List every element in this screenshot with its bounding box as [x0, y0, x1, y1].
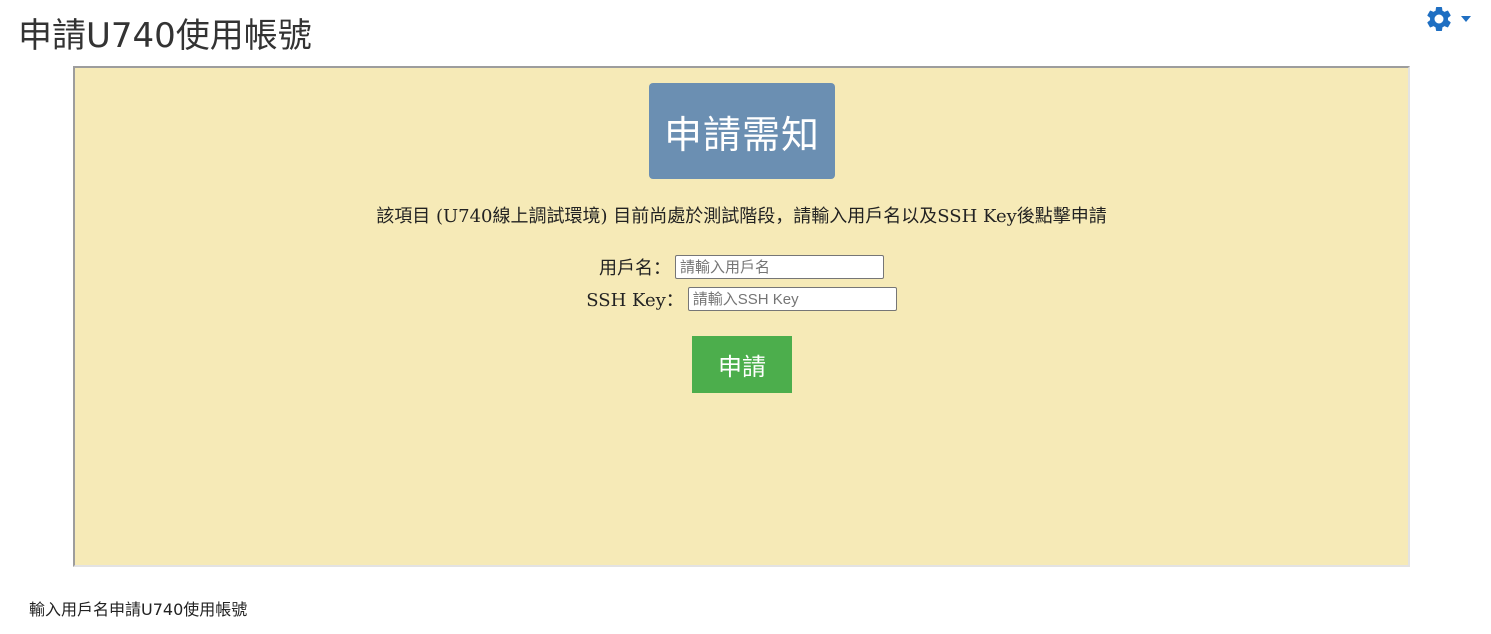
page: 申請U740使用帳號 申請需知 該項目 (U740線上調試環境) 目前尚處於測試…	[0, 0, 1491, 634]
username-input[interactable]	[675, 255, 884, 279]
username-row: 用戶名：	[75, 252, 1408, 282]
caret-down-icon	[1460, 15, 1472, 23]
notice-text: 該項目 (U740線上調試環境) 目前尚處於測試階段，請輸入用戶名以及SSH K…	[376, 206, 1107, 227]
gear-icon	[1424, 4, 1454, 34]
submit-button[interactable]: 申請	[692, 336, 792, 393]
username-label: 用戶名：	[599, 258, 671, 279]
settings-menu-button[interactable]	[1424, 4, 1476, 34]
page-title: 申請U740使用帳號	[18, 16, 312, 56]
application-panel: 申請需知 該項目 (U740線上調試環境) 目前尚處於測試階段，請輸入用戶名以及…	[73, 66, 1410, 567]
notice-badge: 申請需知	[649, 83, 835, 179]
ssh-key-label: SSH Key：	[586, 290, 684, 311]
footer-text: 輸入用戶名申請U740使用帳號	[29, 600, 248, 619]
ssh-key-input[interactable]	[687, 287, 897, 311]
ssh-key-row: SSH Key：	[75, 284, 1408, 314]
